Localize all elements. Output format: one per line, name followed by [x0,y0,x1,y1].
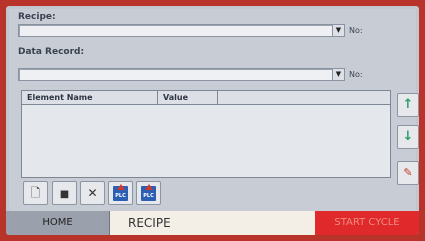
column-extra [218,91,390,104]
nav-recipe-tab[interactable]: RECIPE [110,211,315,235]
new-button[interactable]: 🗋 [23,181,48,205]
recipe-dropdown[interactable]: ▼ [18,24,345,37]
column-value: Value [158,91,218,104]
bottom-nav: HOME RECIPE START CYCLE [6,211,419,235]
move-up-button[interactable]: ↑ [397,93,419,117]
recipe-no-label: No: [349,26,363,35]
upload-to-plc-icon: PLC [113,184,128,201]
chevron-down-icon[interactable]: ▼ [332,25,344,36]
floppy-icon: ■ [59,189,70,200]
data-record-dropdown[interactable]: ▼ [18,68,345,81]
download-from-plc-icon: PLC [141,184,156,201]
data-record-label: Data Record: [18,47,85,57]
arrow-down-icon: ↓ [402,129,414,144]
recipe-panel: Recipe: ▼ No: Data Record: ▼ No: Element… [9,9,419,211]
column-element-name: Element Name [22,91,158,104]
save-button[interactable]: ■ [52,181,77,205]
close-icon: ✕ [87,186,98,200]
start-cycle-button[interactable]: START CYCLE [315,211,419,235]
move-down-button[interactable]: ↓ [397,125,419,149]
recipe-label: Recipe: [18,12,56,22]
chevron-down-icon[interactable]: ▼ [332,69,344,80]
data-record-no-label: No: [349,70,363,79]
edit-icon: ✎ [403,166,413,179]
write-to-plc-button[interactable]: PLC [108,181,133,205]
delete-button[interactable]: ✕ [80,181,105,205]
arrow-up-icon: ↑ [402,97,414,112]
table-header: Element Name Value [22,91,390,105]
nav-home-button[interactable]: HOME [6,211,110,235]
new-document-icon: 🗋 [30,186,41,200]
edit-button[interactable]: ✎ [397,161,419,185]
read-from-plc-button[interactable]: PLC [136,181,161,205]
hmi-screen: Recipe: ▼ No: Data Record: ▼ No: Element… [6,6,419,235]
elements-table[interactable]: Element Name Value [21,90,391,178]
